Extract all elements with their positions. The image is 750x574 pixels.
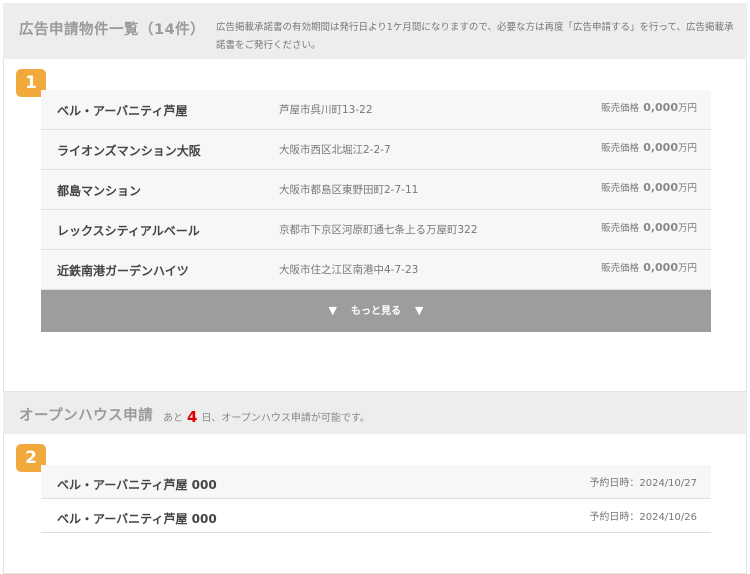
show-more-label: もっと見る bbox=[351, 306, 401, 317]
validity-notice: 広告掲載承諾書の有効期間は発行日より1ケ月間になりますので、必要な方は再度「広告… bbox=[216, 22, 734, 51]
property-address: 大阪市都島区東野田町2-7-11 bbox=[279, 184, 419, 196]
reservation-date: 予約日時：2024/10/26 bbox=[589, 512, 697, 523]
openhouse-property-name: ベル・アーバニティ芦屋 000 bbox=[57, 512, 217, 526]
listings-title: 広告申請物件一覧（14件） bbox=[19, 22, 206, 38]
property-address: 京都市下京区河原町通七条上る万屋町322 bbox=[279, 224, 478, 236]
property-price: 販売価格 0,000万円 bbox=[601, 261, 697, 274]
listings-header: 広告申請物件一覧（14件） 広告掲載承諾書の有効期間は発行日より1ケ月間になりま… bbox=[3, 3, 747, 59]
list-item[interactable]: ライオンズマンション大阪 大阪市西区北堀江2-2-7 販売価格 0,000万円 bbox=[41, 130, 711, 170]
list-item[interactable]: ベル・アーバニティ芦屋 000 予約日時：2024/10/26 bbox=[41, 499, 711, 533]
property-address: 大阪市住之江区南港中4-7-23 bbox=[279, 264, 419, 276]
property-price: 販売価格 0,000万円 bbox=[601, 181, 697, 194]
reservation-date: 予約日時：2024/10/27 bbox=[589, 478, 697, 489]
property-price: 販売価格 0,000万円 bbox=[601, 221, 697, 234]
triangle-down-icon: ▼ bbox=[328, 304, 337, 317]
show-more-button[interactable]: ▼ もっと見る ▼ bbox=[41, 290, 711, 332]
listings-panel: 1 ベル・アーバニティ芦屋 芦屋市呉川町13-22 販売価格 0,000万円 ライ… bbox=[3, 59, 747, 392]
property-name: 都島マンション bbox=[57, 184, 142, 198]
property-name: ベル・アーバニティ芦屋 bbox=[57, 104, 188, 118]
property-address: 芦屋市呉川町13-22 bbox=[279, 104, 373, 116]
openhouse-list: ベル・アーバニティ芦屋 000 予約日時：2024/10/27 ベル・アーバニテ… bbox=[41, 465, 711, 533]
property-name: ライオンズマンション大阪 bbox=[57, 144, 201, 158]
openhouse-property-name: ベル・アーバニティ芦屋 000 bbox=[57, 478, 217, 492]
property-address: 大阪市西区北堀江2-2-7 bbox=[279, 144, 391, 156]
openhouse-remaining: あと 4 日、オープンハウス申請が可能です。 bbox=[163, 408, 370, 426]
openhouse-title: オープンハウス申請 bbox=[19, 408, 154, 424]
property-name: 近鉄南港ガーデンハイツ bbox=[57, 264, 189, 278]
list-item[interactable]: 近鉄南港ガーデンハイツ 大阪市住之江区南港中4-7-23 販売価格 0,000万円 bbox=[41, 250, 711, 290]
listings-list: ベル・アーバニティ芦屋 芦屋市呉川町13-22 販売価格 0,000万円 ライオン… bbox=[41, 90, 711, 332]
openhouse-header: オープンハウス申請 あと 4 日、オープンハウス申請が可能です。 bbox=[3, 392, 747, 434]
list-item[interactable]: レックスシティアルベール 京都市下京区河原町通七条上る万屋町322 販売価格 0,… bbox=[41, 210, 711, 250]
list-item[interactable]: ベル・アーバニティ芦屋 000 予約日時：2024/10/27 bbox=[41, 465, 711, 499]
property-price: 販売価格 0,000万円 bbox=[601, 101, 697, 114]
property-price: 販売価格 0,000万円 bbox=[601, 141, 697, 154]
property-name: レックスシティアルベール bbox=[57, 224, 200, 238]
list-item[interactable]: ベル・アーバニティ芦屋 芦屋市呉川町13-22 販売価格 0,000万円 bbox=[41, 90, 711, 130]
list-item[interactable]: 都島マンション 大阪市都島区東野田町2-7-11 販売価格 0,000万円 bbox=[41, 170, 711, 210]
triangle-down-icon: ▼ bbox=[415, 304, 424, 317]
openhouse-panel: 2 ベル・アーバニティ芦屋 000 予約日時：2024/10/27 ベル・アーバ… bbox=[3, 434, 747, 574]
remaining-days: 4 bbox=[187, 408, 198, 426]
